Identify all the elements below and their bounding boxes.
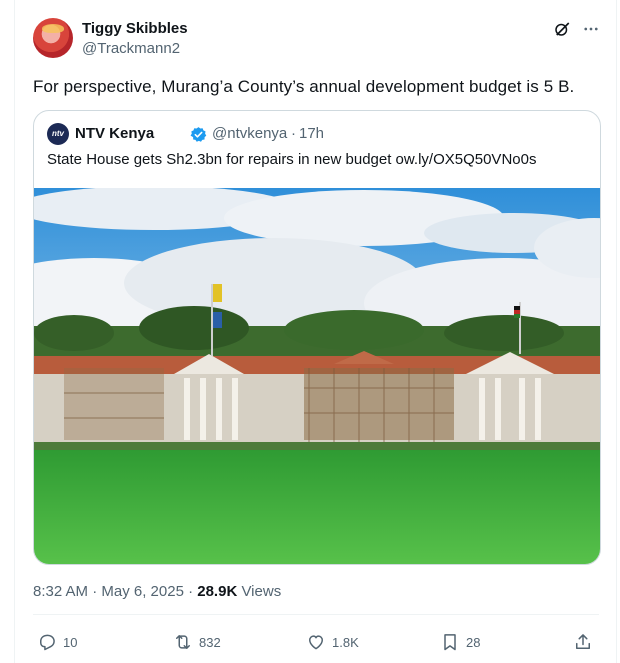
quoted-display-name[interactable]: NTV Kenya	[75, 125, 154, 142]
bookmark-button[interactable]: 28	[440, 632, 480, 652]
quoted-text: State House gets Sh2.3bn for repairs in …	[47, 151, 537, 168]
views-count: 28.9K	[197, 583, 238, 600]
tweet-meta: 8:32 AM · May 6, 2025 · 28.9K Views	[33, 583, 281, 600]
tweet-text: For perspective, Murang’a County’s annua…	[33, 77, 575, 96]
quoted-separator: ·	[291, 125, 296, 142]
more-options-icon[interactable]	[582, 20, 600, 38]
bookmark-icon	[444, 634, 456, 651]
reply-icon	[40, 634, 55, 651]
heart-icon	[309, 635, 323, 650]
share-icon	[576, 634, 590, 649]
quoted-handle[interactable]: @ntvkenya	[212, 125, 287, 142]
author-handle[interactable]: @Trackmann2	[82, 40, 180, 57]
repost-icon	[176, 635, 190, 649]
quoted-tweet[interactable]: ntv NTV Kenya @ntvkenya · 17h State Hous…	[33, 110, 601, 565]
share-button[interactable]	[573, 632, 599, 652]
verified-badge-icon	[190, 127, 207, 142]
tweet-timestamp[interactable]: 8:32 AM · May 6, 2025 ·	[33, 583, 197, 600]
reply-button[interactable]: 10	[37, 632, 77, 652]
author-avatar[interactable]	[33, 18, 73, 58]
grok-icon[interactable]	[553, 20, 571, 38]
quoted-avatar[interactable]: ntv	[47, 123, 69, 145]
quoted-timestamp[interactable]: 17h	[299, 125, 324, 142]
divider	[33, 614, 599, 615]
repost-count: 832	[199, 634, 221, 650]
bookmark-count: 28	[466, 634, 481, 650]
views-label: Views	[237, 583, 282, 600]
repost-button[interactable]: 832	[173, 632, 221, 652]
like-button[interactable]: 1.8K	[306, 632, 359, 652]
like-count: 1.8K	[332, 634, 359, 650]
author-display-name[interactable]: Tiggy Skibbles	[82, 20, 188, 37]
quoted-photo[interactable]	[34, 188, 600, 564]
reply-count: 10	[63, 634, 78, 650]
